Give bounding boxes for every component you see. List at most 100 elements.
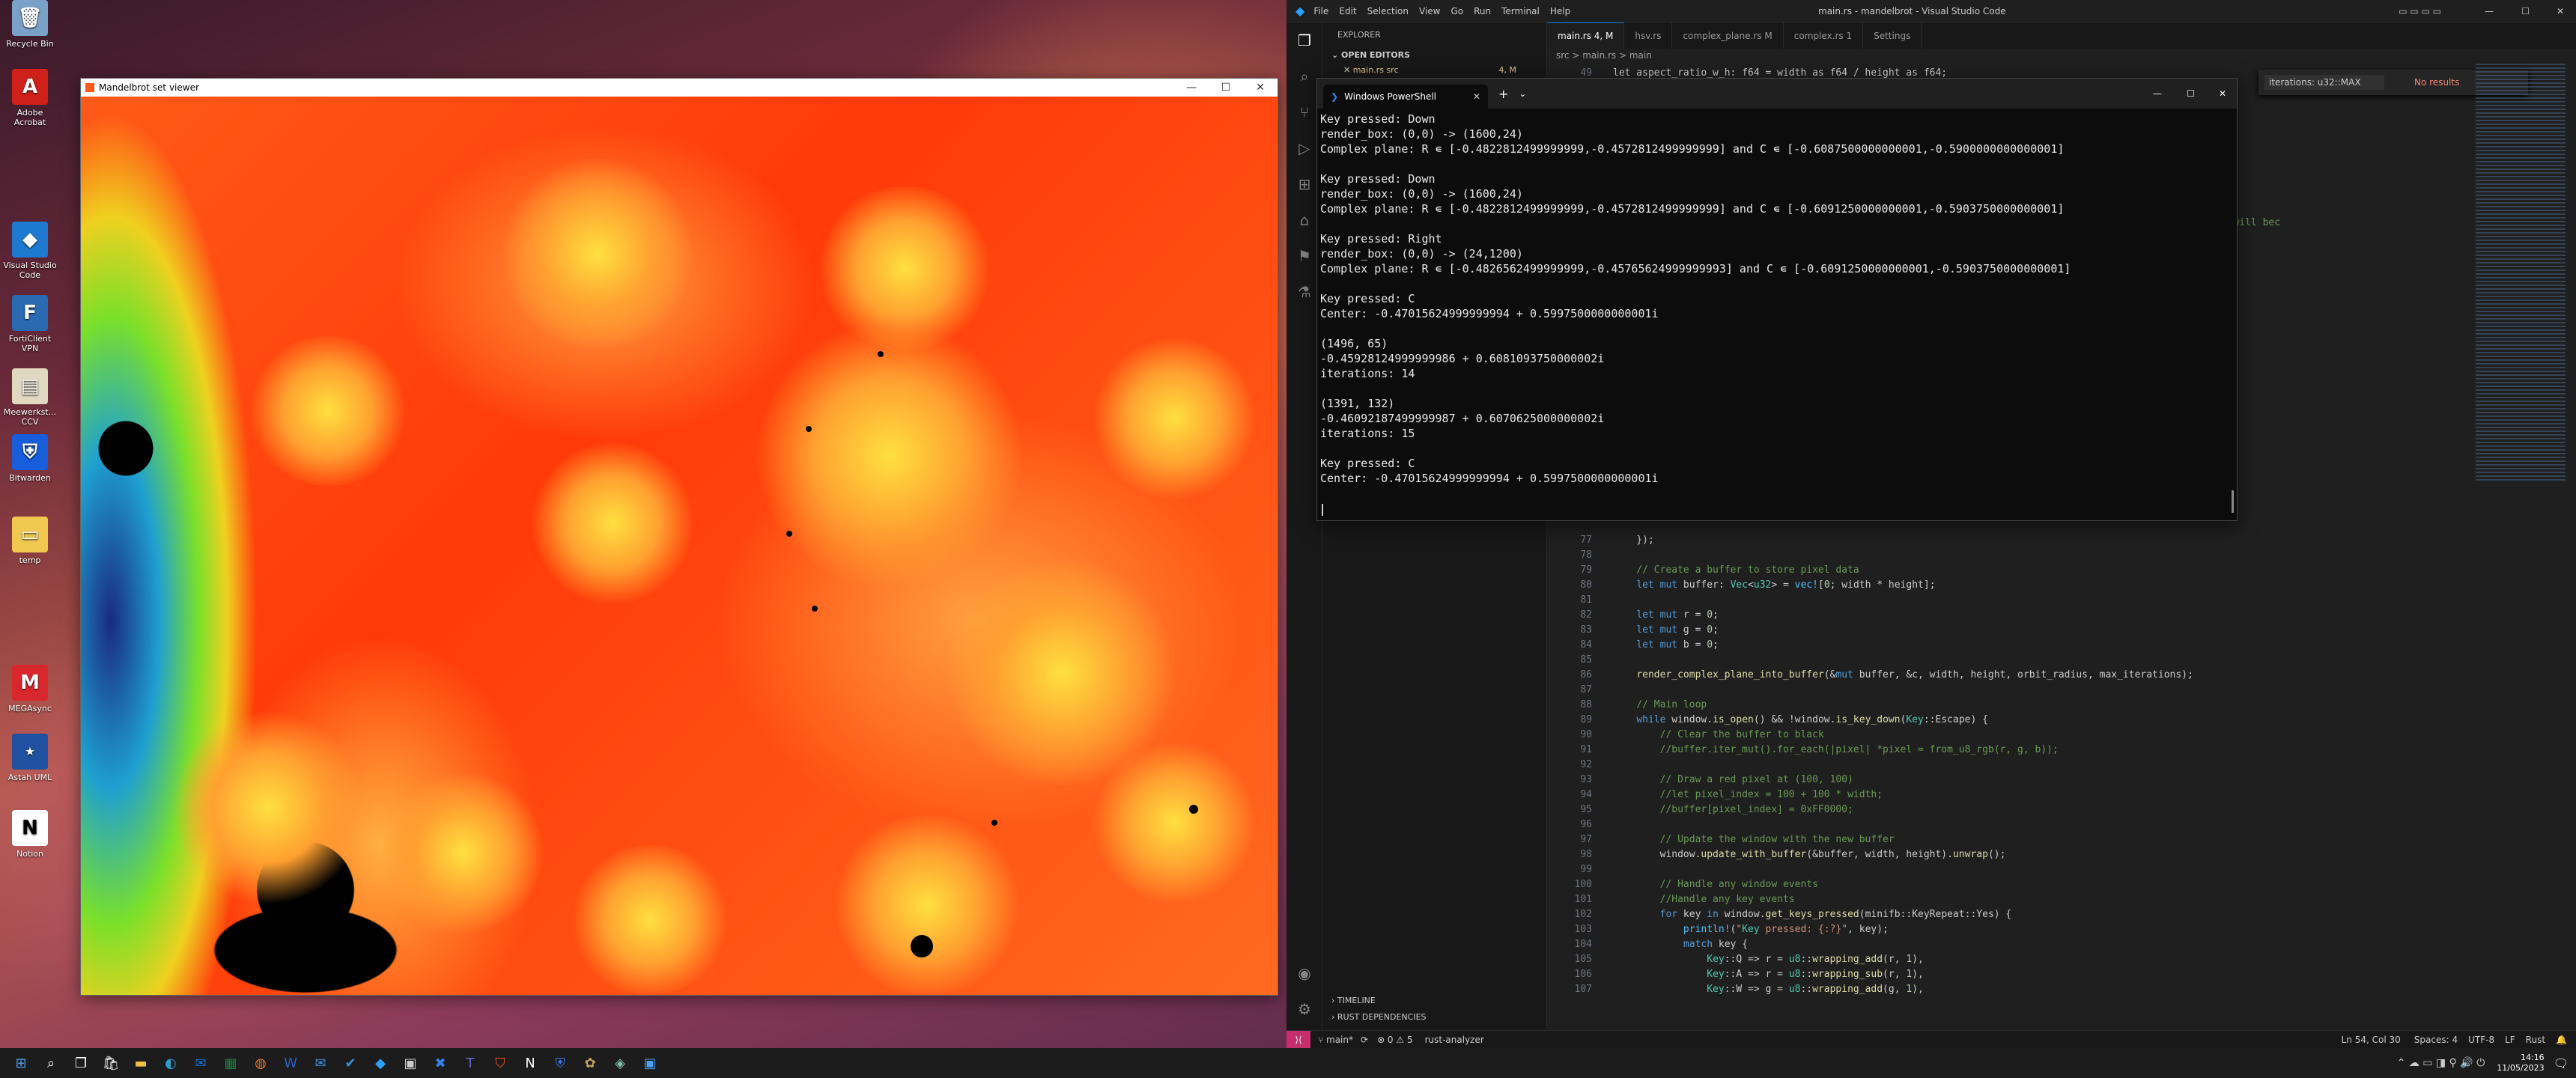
todo-icon[interactable]: ✔ (335, 1048, 365, 1078)
desktop-icon[interactable]: ◆ Visual Studio Code (0, 222, 60, 280)
editor-tab[interactable]: Settings (1863, 22, 1922, 49)
close-button[interactable]: ✕ (2219, 88, 2226, 99)
desktop-icon[interactable]: M MEGAsync (0, 665, 60, 713)
account-icon[interactable]: ◉ (1287, 955, 1322, 991)
editor-tab[interactable]: complex_plane.rs M (1672, 22, 1784, 49)
menu-item[interactable]: View (1419, 6, 1440, 16)
terminal-line: Key pressed: Right (1320, 232, 1442, 246)
app-icon[interactable]: ◈ (605, 1048, 635, 1078)
code-line: 81 (1580, 594, 1592, 606)
brave-icon[interactable]: ⛉ (485, 1048, 515, 1078)
settings-gear-icon[interactable]: ⚙ (1287, 991, 1322, 1027)
menu-item[interactable]: Selection (1367, 6, 1409, 16)
close-tab-icon[interactable]: ✕ (1473, 91, 1480, 102)
rust-deps-section[interactable]: › RUST DEPENDENCIES (1331, 1012, 1427, 1022)
desktop-icon[interactable]: ▭ temp (0, 517, 60, 565)
edge-icon[interactable]: ◐ (156, 1048, 186, 1078)
code-line: 85 (1580, 654, 1592, 666)
notifications-icon[interactable]: 🔔 (2556, 1035, 2567, 1045)
open-editors-section[interactable]: ⌄ OPEN EDITORS (1322, 47, 1546, 63)
find-input[interactable]: iterations: u32::MAX (2264, 75, 2384, 90)
mandelbrot-taskbar-icon[interactable]: ▣ (635, 1048, 665, 1078)
vscode-title: main.rs - mandelbrot - Visual Studio Cod… (1818, 5, 2006, 16)
terminal-line: render_box: (0,0) -> (1600,24) (1320, 127, 1523, 141)
menu-item[interactable]: Help (1550, 6, 1570, 16)
problems-indicator[interactable]: ⊗ 0 ⚠ 5 (1377, 1035, 1413, 1045)
desktop-icon[interactable]: ⋆ Astah UML (0, 734, 60, 782)
desktop-icon[interactable]: ⛨ Bitwarden (0, 434, 60, 483)
jetbrains-icon[interactable]: ✖ (425, 1048, 455, 1078)
editor-tab[interactable]: hsv.rs (1624, 22, 1673, 49)
terminal-output[interactable]: Key pressed: Down render_box: (0,0) -> (1… (1320, 112, 2226, 516)
desktop-icon[interactable]: 🗑 Recycle Bin (0, 0, 60, 49)
remote-indicator[interactable]: ⟩⟨ (1287, 1030, 1310, 1049)
editor-tab[interactable]: complex.rs 1 (1784, 22, 1864, 49)
tray-icons[interactable]: ⌃ ☁ ▭ ◨ ⚲ 🔊 ⏻ (2397, 1057, 2485, 1069)
timeline-section[interactable]: › TIMELINE (1331, 996, 1376, 1005)
editor-tab[interactable]: main.rs 4, M (1547, 22, 1625, 49)
mandelbrot-titlebar[interactable]: Mandelbrot set viewer — ☐ ✕ (81, 79, 1278, 97)
desktop-icon[interactable]: A Adobe Acrobat (0, 69, 60, 127)
language-mode[interactable]: Rust (2526, 1035, 2545, 1045)
new-tab-button[interactable]: + (1498, 87, 1508, 101)
file-explorer-icon[interactable]: ▬ (126, 1048, 156, 1078)
terminal-tab[interactable]: ❯ Windows PowerShell ✕ (1323, 85, 1488, 109)
eol[interactable]: LF (2505, 1035, 2515, 1045)
rust-analyzer-status[interactable]: rust-analyzer (1425, 1035, 1484, 1045)
desktop-icon[interactable]: N Notion (0, 810, 60, 859)
minimize-button[interactable]: — (2485, 6, 2494, 16)
mail-icon[interactable]: ✉ (306, 1048, 335, 1078)
window-title: Mandelbrot set viewer (99, 82, 199, 93)
powershell-window[interactable]: ❯ Windows PowerShell ✕ + ⌄ — ☐ ✕ Key pre… (1316, 78, 2238, 521)
notifications-icon[interactable]: 🗨 (2554, 1056, 2569, 1071)
terminal-scrollbar[interactable] (2232, 490, 2234, 513)
teams-icon[interactable]: T (455, 1048, 485, 1078)
minimize-button[interactable]: — (1174, 79, 1209, 97)
open-editor-item[interactable]: ✕ main.rs src 4, M (1322, 63, 1546, 77)
menu-item[interactable]: File (1313, 6, 1328, 16)
terminal-line: Complex plane: R ∊ [-0.4826562499999999,… (1320, 262, 2071, 275)
breadcrumb[interactable]: src > main.rs > main (1556, 50, 1652, 61)
notion-taskbar-icon[interactable]: N (515, 1048, 545, 1078)
maximize-button[interactable]: ☐ (2187, 88, 2195, 99)
maximize-button[interactable]: ☐ (2521, 6, 2530, 16)
menu-item[interactable]: Terminal (1501, 6, 1540, 16)
files-icon[interactable]: ❐ (1287, 22, 1322, 58)
sync-icon[interactable]: ⟳ (1361, 1035, 1368, 1045)
firefox-icon[interactable]: ◍ (246, 1048, 276, 1078)
terminal-taskbar-icon[interactable]: ▣ (395, 1048, 425, 1078)
menu-item[interactable]: Edit (1339, 6, 1356, 16)
layout-icons[interactable]: ▭ ▭ ▭ ▭ (2399, 6, 2441, 16)
encoding[interactable]: UTF-8 (2468, 1035, 2494, 1045)
code-line: 84 let mut b = 0; (1580, 639, 1719, 651)
desktop-icon[interactable]: F FortiClient VPN (0, 295, 60, 353)
minimize-button[interactable]: — (2153, 88, 2162, 99)
code-line: 93 // Draw a red pixel at (100, 100) (1580, 774, 1853, 785)
bitwarden-taskbar-icon[interactable]: ⛨ (545, 1048, 575, 1078)
word-icon[interactable]: W (276, 1048, 306, 1078)
task-view-icon[interactable]: ❐ (66, 1048, 96, 1078)
vscode-taskbar-icon[interactable]: ◆ (365, 1048, 395, 1078)
outlook-icon[interactable]: ✉ (186, 1048, 216, 1078)
menu-item[interactable]: Go (1450, 6, 1463, 16)
minimap[interactable] (2476, 64, 2566, 483)
desktop-icon[interactable]: ▤ Meewerkst... CCV (0, 368, 60, 427)
search-icon[interactable]: ⌕ (36, 1048, 66, 1078)
terminal-line: Key pressed: C (1320, 457, 1415, 470)
vscode-titlebar: ◆ File Edit Selection View Go Run Terminal Help… (1287, 0, 2576, 22)
clock[interactable]: 14:16 11/05/2023 (2497, 1053, 2544, 1074)
maximize-button[interactable]: ☐ (1209, 79, 1243, 97)
close-button[interactable]: ✕ (2557, 6, 2564, 16)
app-icon[interactable]: ✿ (575, 1048, 605, 1078)
tab-dropdown-button[interactable]: ⌄ (1519, 88, 1526, 99)
indentation[interactable]: Spaces: 4 (2414, 1035, 2458, 1045)
excel-icon[interactable]: ▦ (216, 1048, 246, 1078)
mandelbrot-window[interactable]: Mandelbrot set viewer — ☐ ✕ (80, 78, 1278, 996)
store-icon[interactable]: 🛍 (96, 1048, 126, 1078)
close-button[interactable]: ✕ (1243, 79, 1278, 97)
menu-item[interactable]: Run (1474, 6, 1491, 16)
mandelbrot-render[interactable] (81, 97, 1278, 995)
cursor-position[interactable]: Ln 54, Col 30 (2342, 1035, 2401, 1045)
branch-indicator[interactable]: ⑂ main* (1318, 1035, 1353, 1045)
start-button[interactable]: ⊞ (6, 1048, 36, 1078)
